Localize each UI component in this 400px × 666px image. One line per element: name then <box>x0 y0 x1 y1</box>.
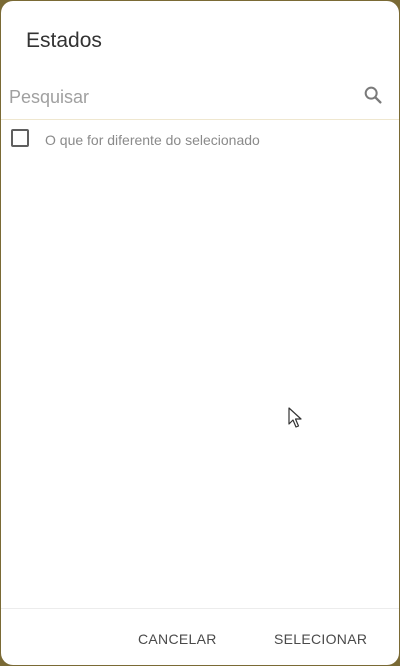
mouse-cursor-icon <box>288 407 302 428</box>
checkbox[interactable] <box>11 129 29 147</box>
select-dialog: Estados O que for diferente do seleciona… <box>1 1 399 665</box>
option-different-from-selected[interactable]: O que for diferente do selecionado <box>1 125 399 155</box>
select-button[interactable]: SELECIONAR <box>274 627 367 651</box>
search-input[interactable] <box>9 84 349 110</box>
search-icon[interactable] <box>362 84 384 106</box>
dialog-title: Estados <box>26 29 102 52</box>
cancel-button[interactable]: CANCELAR <box>138 627 218 651</box>
dialog-actions: CANCELAR SELECIONAR <box>1 608 399 665</box>
option-label: O que for diferente do selecionado <box>45 132 260 148</box>
search-bar <box>1 78 399 120</box>
